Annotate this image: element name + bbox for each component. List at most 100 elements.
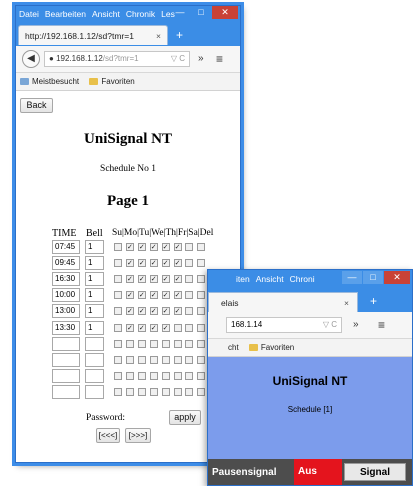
day-checkbox[interactable] [161, 323, 170, 332]
reload-icon[interactable]: ▽ C [171, 52, 185, 66]
apply-button[interactable]: apply [169, 410, 201, 425]
day-checkbox[interactable] [185, 307, 194, 316]
new-tab-icon[interactable]: + [176, 27, 183, 43]
minimize-icon[interactable]: — [342, 271, 362, 284]
day-checkbox[interactable] [197, 243, 206, 251]
day-checkbox[interactable] [137, 339, 146, 348]
day-checkbox[interactable] [173, 339, 182, 348]
day-checkbox[interactable] [137, 291, 146, 300]
day-checkbox[interactable] [161, 387, 170, 396]
day-checkbox[interactable] [173, 259, 182, 268]
bell-field[interactable]: 1 [85, 320, 104, 335]
day-checkbox[interactable] [149, 243, 158, 251]
time-field[interactable]: 16:30 [52, 272, 80, 287]
bell-field[interactable]: 1 [85, 272, 104, 287]
tab-close-icon[interactable]: × [156, 26, 161, 46]
day-checkbox[interactable] [137, 323, 146, 332]
bell-field[interactable] [85, 384, 104, 399]
day-checkbox[interactable] [161, 339, 170, 348]
menu-datei[interactable]: Datei [19, 8, 39, 21]
day-checkbox[interactable] [137, 371, 146, 380]
menu-bearbeiten[interactable]: Bearbeiten [45, 8, 86, 21]
day-checkbox[interactable] [125, 243, 134, 251]
day-checkbox[interactable] [161, 307, 170, 316]
close-icon[interactable]: ✕ [384, 271, 410, 284]
menu-chronik[interactable]: Chronik [126, 8, 155, 21]
day-checkbox[interactable] [173, 291, 182, 300]
day-checkbox[interactable] [114, 259, 122, 268]
day-checkbox[interactable] [125, 339, 134, 348]
day-checkbox[interactable] [197, 275, 206, 284]
bell-field[interactable] [85, 368, 104, 383]
back-arrow-icon[interactable]: ◀ [22, 50, 40, 68]
day-checkbox[interactable] [114, 371, 122, 380]
day-checkbox[interactable] [185, 387, 194, 396]
day-checkbox[interactable] [137, 355, 146, 364]
tab-active[interactable]: http://192.168.1.12/sd?tmr=1 × [18, 25, 168, 45]
tab-close-icon[interactable]: × [344, 293, 349, 313]
day-checkbox[interactable] [149, 259, 158, 268]
day-checkbox[interactable] [185, 275, 194, 284]
day-checkbox[interactable] [173, 355, 182, 364]
bell-field[interactable]: 1 [85, 240, 104, 254]
day-checkbox[interactable] [197, 371, 206, 380]
day-checkbox[interactable] [114, 355, 122, 364]
day-checkbox[interactable] [149, 339, 158, 348]
bookmark-favoriten[interactable]: Favoriten [89, 77, 135, 86]
bell-field[interactable] [85, 352, 104, 367]
time-field[interactable] [52, 368, 80, 383]
hamburger-menu-icon[interactable]: ≡ [216, 51, 223, 67]
menu-ansicht[interactable]: Ansicht [92, 8, 120, 21]
bookmark-meistbesucht-2[interactable]: cht [228, 343, 239, 352]
day-checkbox[interactable] [125, 371, 134, 380]
day-checkbox[interactable] [125, 323, 134, 332]
maximize-icon[interactable]: □ [191, 6, 211, 19]
next-page-button[interactable]: [>>>] [125, 428, 151, 443]
day-checkbox[interactable] [149, 323, 158, 332]
day-checkbox[interactable] [173, 307, 182, 316]
day-checkbox[interactable] [197, 307, 206, 316]
day-checkbox[interactable] [161, 275, 170, 284]
day-checkbox[interactable] [137, 275, 146, 284]
day-checkbox[interactable] [114, 307, 122, 316]
day-checkbox[interactable] [185, 339, 194, 348]
day-checkbox[interactable] [197, 339, 206, 348]
day-checkbox[interactable] [173, 371, 182, 380]
day-checkbox[interactable] [185, 259, 194, 268]
day-checkbox[interactable] [125, 259, 134, 268]
day-checkbox[interactable] [114, 291, 122, 300]
time-field[interactable]: 13:00 [52, 304, 80, 319]
time-field[interactable] [52, 384, 80, 399]
day-checkbox[interactable] [185, 243, 194, 251]
day-checkbox[interactable] [114, 339, 122, 348]
day-checkbox[interactable] [161, 291, 170, 300]
day-checkbox[interactable] [185, 355, 194, 364]
minimize-icon[interactable]: — [170, 6, 190, 19]
day-checkbox[interactable] [149, 355, 158, 364]
bell-field[interactable]: 1 [85, 288, 104, 303]
url-bar[interactable]: ● 192.168.1.12/sd?tmr=1 ▽ C [44, 51, 190, 67]
close-icon[interactable]: ✕ [212, 6, 238, 19]
day-checkbox[interactable] [125, 355, 134, 364]
bell-field[interactable]: 1 [85, 256, 104, 271]
time-field[interactable]: 13:30 [52, 320, 80, 335]
day-checkbox[interactable] [149, 275, 158, 284]
day-checkbox[interactable] [125, 275, 134, 284]
overflow-icon[interactable]: » [353, 317, 359, 333]
day-checkbox[interactable] [149, 371, 158, 380]
day-checkbox[interactable] [114, 275, 122, 284]
day-checkbox[interactable] [114, 323, 122, 332]
day-checkbox[interactable] [137, 387, 146, 396]
day-checkbox[interactable] [137, 307, 146, 316]
day-checkbox[interactable] [185, 371, 194, 380]
day-checkbox[interactable] [125, 291, 134, 300]
reload-icon[interactable]: ▽ C [323, 318, 337, 332]
back-button[interactable]: Back [20, 98, 53, 113]
day-checkbox[interactable] [137, 259, 146, 268]
tab-active-2[interactable]: elais × [208, 292, 358, 312]
day-checkbox[interactable] [114, 387, 122, 396]
day-checkbox[interactable] [173, 387, 182, 396]
day-checkbox[interactable] [125, 387, 134, 396]
day-checkbox[interactable] [137, 243, 146, 251]
maximize-icon[interactable]: □ [363, 271, 383, 284]
